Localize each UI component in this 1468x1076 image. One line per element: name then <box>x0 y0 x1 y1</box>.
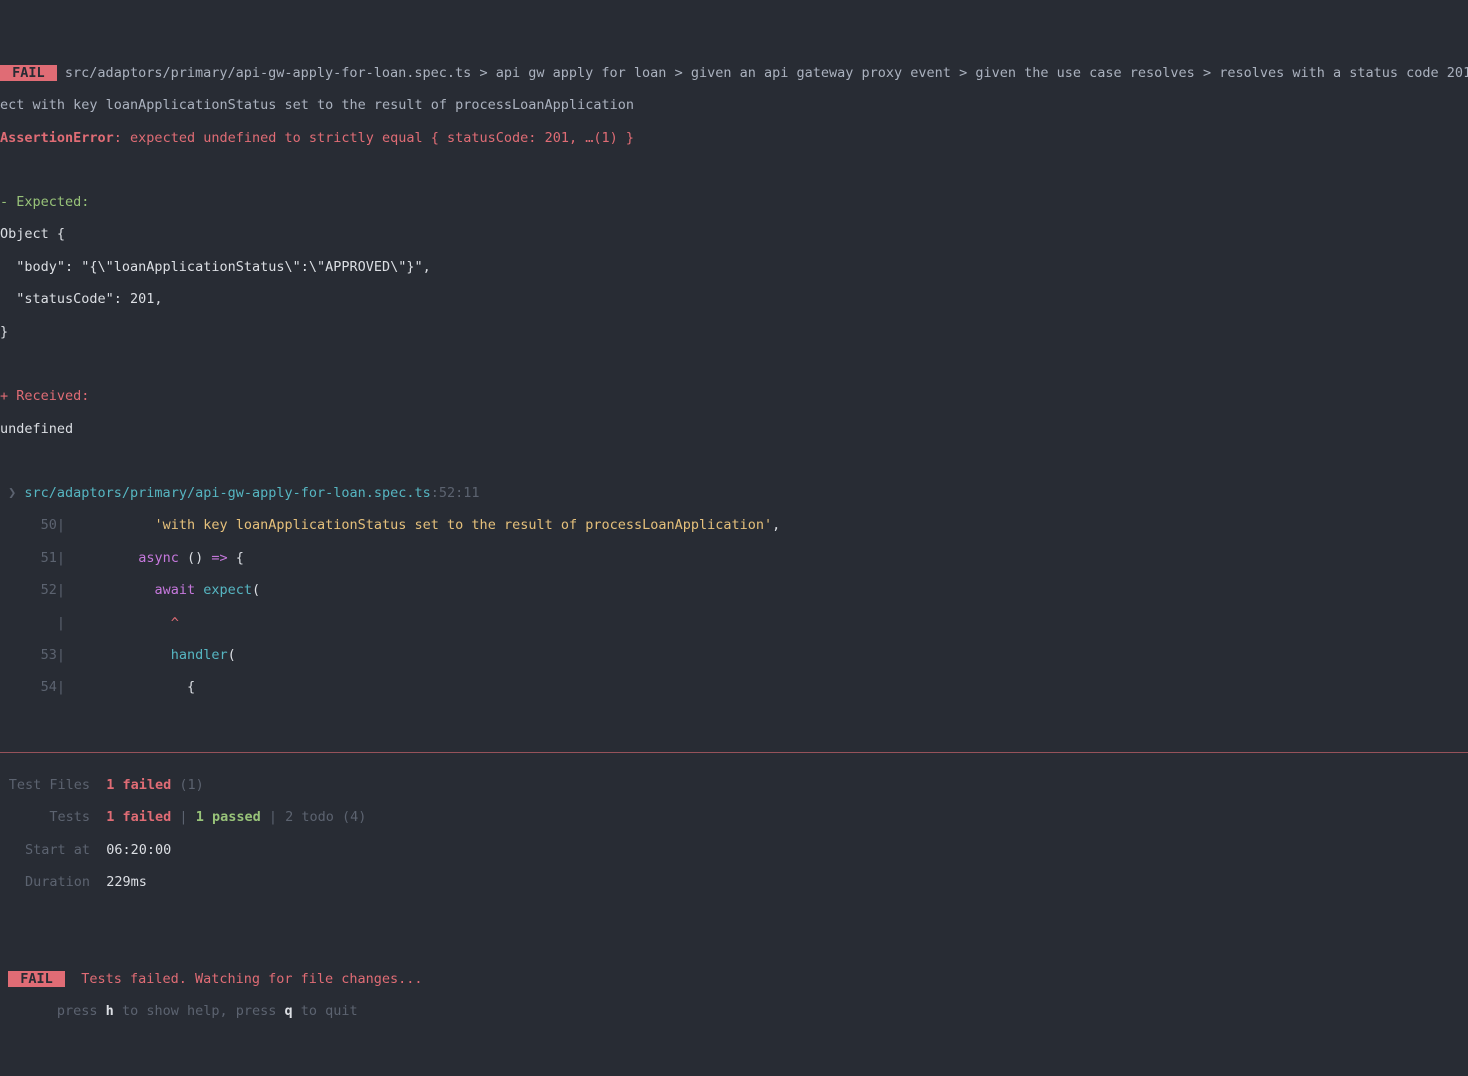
code-caret-line: | ^ <box>0 615 1468 631</box>
line-number: 50 <box>41 517 57 533</box>
code-punct: , <box>772 517 780 533</box>
code-punct: () <box>179 550 212 566</box>
code-string: 'with key loanApplicationStatus set to t… <box>154 517 772 533</box>
expected-label: - Expected: <box>0 194 1468 210</box>
expected-line: } <box>0 324 1468 340</box>
summary-sep: | <box>171 809 195 825</box>
help-key-q[interactable]: q <box>285 1003 293 1019</box>
code-keyword: await <box>154 582 195 598</box>
footer-help: press h to show help, press q to quit <box>0 1003 1468 1019</box>
assertion-name: AssertionError <box>0 130 114 146</box>
stack-frame: ❯ src/adaptors/primary/api-gw-apply-for-… <box>0 485 1468 501</box>
chevron-icon: > <box>675 65 683 81</box>
code-punct: { <box>228 550 244 566</box>
line-number: 52 <box>41 582 57 598</box>
code-ident: handler <box>171 647 228 663</box>
expected-line: "body": "{\"loanApplicationStatus\":\"AP… <box>0 259 1468 275</box>
help-text: to quit <box>293 1003 358 1019</box>
crumb: resolves with a status code 201 <box>1219 65 1468 81</box>
summary-duration: Duration 229ms <box>0 874 1468 890</box>
summary-rest: | 2 todo (4) <box>261 809 367 825</box>
summary-test-files: Test Files 1 failed (1) <box>0 777 1468 793</box>
code-ident: expect <box>195 582 252 598</box>
chevron-icon: > <box>959 65 967 81</box>
line-number: 53 <box>41 647 57 663</box>
summary-total: (1) <box>171 777 204 793</box>
chevron-icon: > <box>479 65 487 81</box>
summary-start: Start at 06:20:00 <box>0 842 1468 858</box>
expected-line: "statusCode": 201, <box>0 291 1468 307</box>
footer-status: FAIL Tests failed. Watching for file cha… <box>0 971 1468 987</box>
code-line: 54| { <box>0 679 1468 695</box>
test-file-path: src/adaptors/primary/api-gw-apply-for-lo… <box>65 65 471 81</box>
stack-loc: :52:11 <box>431 485 480 501</box>
code-line: 50| 'with key loanApplicationStatus set … <box>0 517 1468 533</box>
line-number: 54 <box>41 679 57 695</box>
summary-label: Tests <box>0 809 90 825</box>
code-arrow: => <box>211 550 227 566</box>
help-text: press <box>0 1003 106 1019</box>
watching-msg: Tests failed. Watching for file changes.… <box>81 971 422 987</box>
received-value: undefined <box>0 421 1468 437</box>
summary-tests: Tests 1 failed | 1 passed | 2 todo (4) <box>0 809 1468 825</box>
code-line: 51| async () => { <box>0 550 1468 566</box>
received-label: + Received: <box>0 388 1468 404</box>
test-header: FAIL src/adaptors/primary/api-gw-apply-f… <box>0 65 1468 81</box>
summary-label: Duration <box>0 874 90 890</box>
crumb: api gw apply for loan <box>496 65 667 81</box>
summary-value: 06:20:00 <box>106 842 171 858</box>
summary-failed: 1 failed <box>106 777 171 793</box>
summary-failed: 1 failed <box>106 809 171 825</box>
test-title-wrap: ect with key loanApplicationStatus set t… <box>0 97 1468 113</box>
summary-passed: 1 passed <box>196 809 261 825</box>
code-keyword: async <box>138 550 179 566</box>
crumb: given an api gateway proxy event <box>691 65 951 81</box>
code-punct: ( <box>252 582 260 598</box>
code-punct: ( <box>228 647 236 663</box>
help-text: to show help, press <box>114 1003 285 1019</box>
chevron-icon: > <box>1203 65 1211 81</box>
assertion-error: AssertionError: expected undefined to st… <box>0 130 1468 146</box>
divider <box>0 752 1468 753</box>
fail-badge: FAIL <box>0 65 57 81</box>
assertion-msg: : expected undefined to strictly equal {… <box>114 130 634 146</box>
stack-caret-icon: ❯ <box>0 485 24 501</box>
expected-line: Object { <box>0 226 1468 242</box>
summary-label: Test Files <box>0 777 90 793</box>
code-line: 52| await expect( <box>0 582 1468 598</box>
line-number: 51 <box>41 550 57 566</box>
fail-badge: FAIL <box>8 971 65 987</box>
code-line: 53| handler( <box>0 647 1468 663</box>
crumb: given the use case resolves <box>975 65 1194 81</box>
summary-value: 229ms <box>106 874 147 890</box>
stack-file: src/adaptors/primary/api-gw-apply-for-lo… <box>24 485 430 501</box>
caret-icon: ^ <box>73 615 179 631</box>
summary-label: Start at <box>0 842 90 858</box>
code-punct: { <box>187 679 195 695</box>
help-key-h[interactable]: h <box>106 1003 114 1019</box>
